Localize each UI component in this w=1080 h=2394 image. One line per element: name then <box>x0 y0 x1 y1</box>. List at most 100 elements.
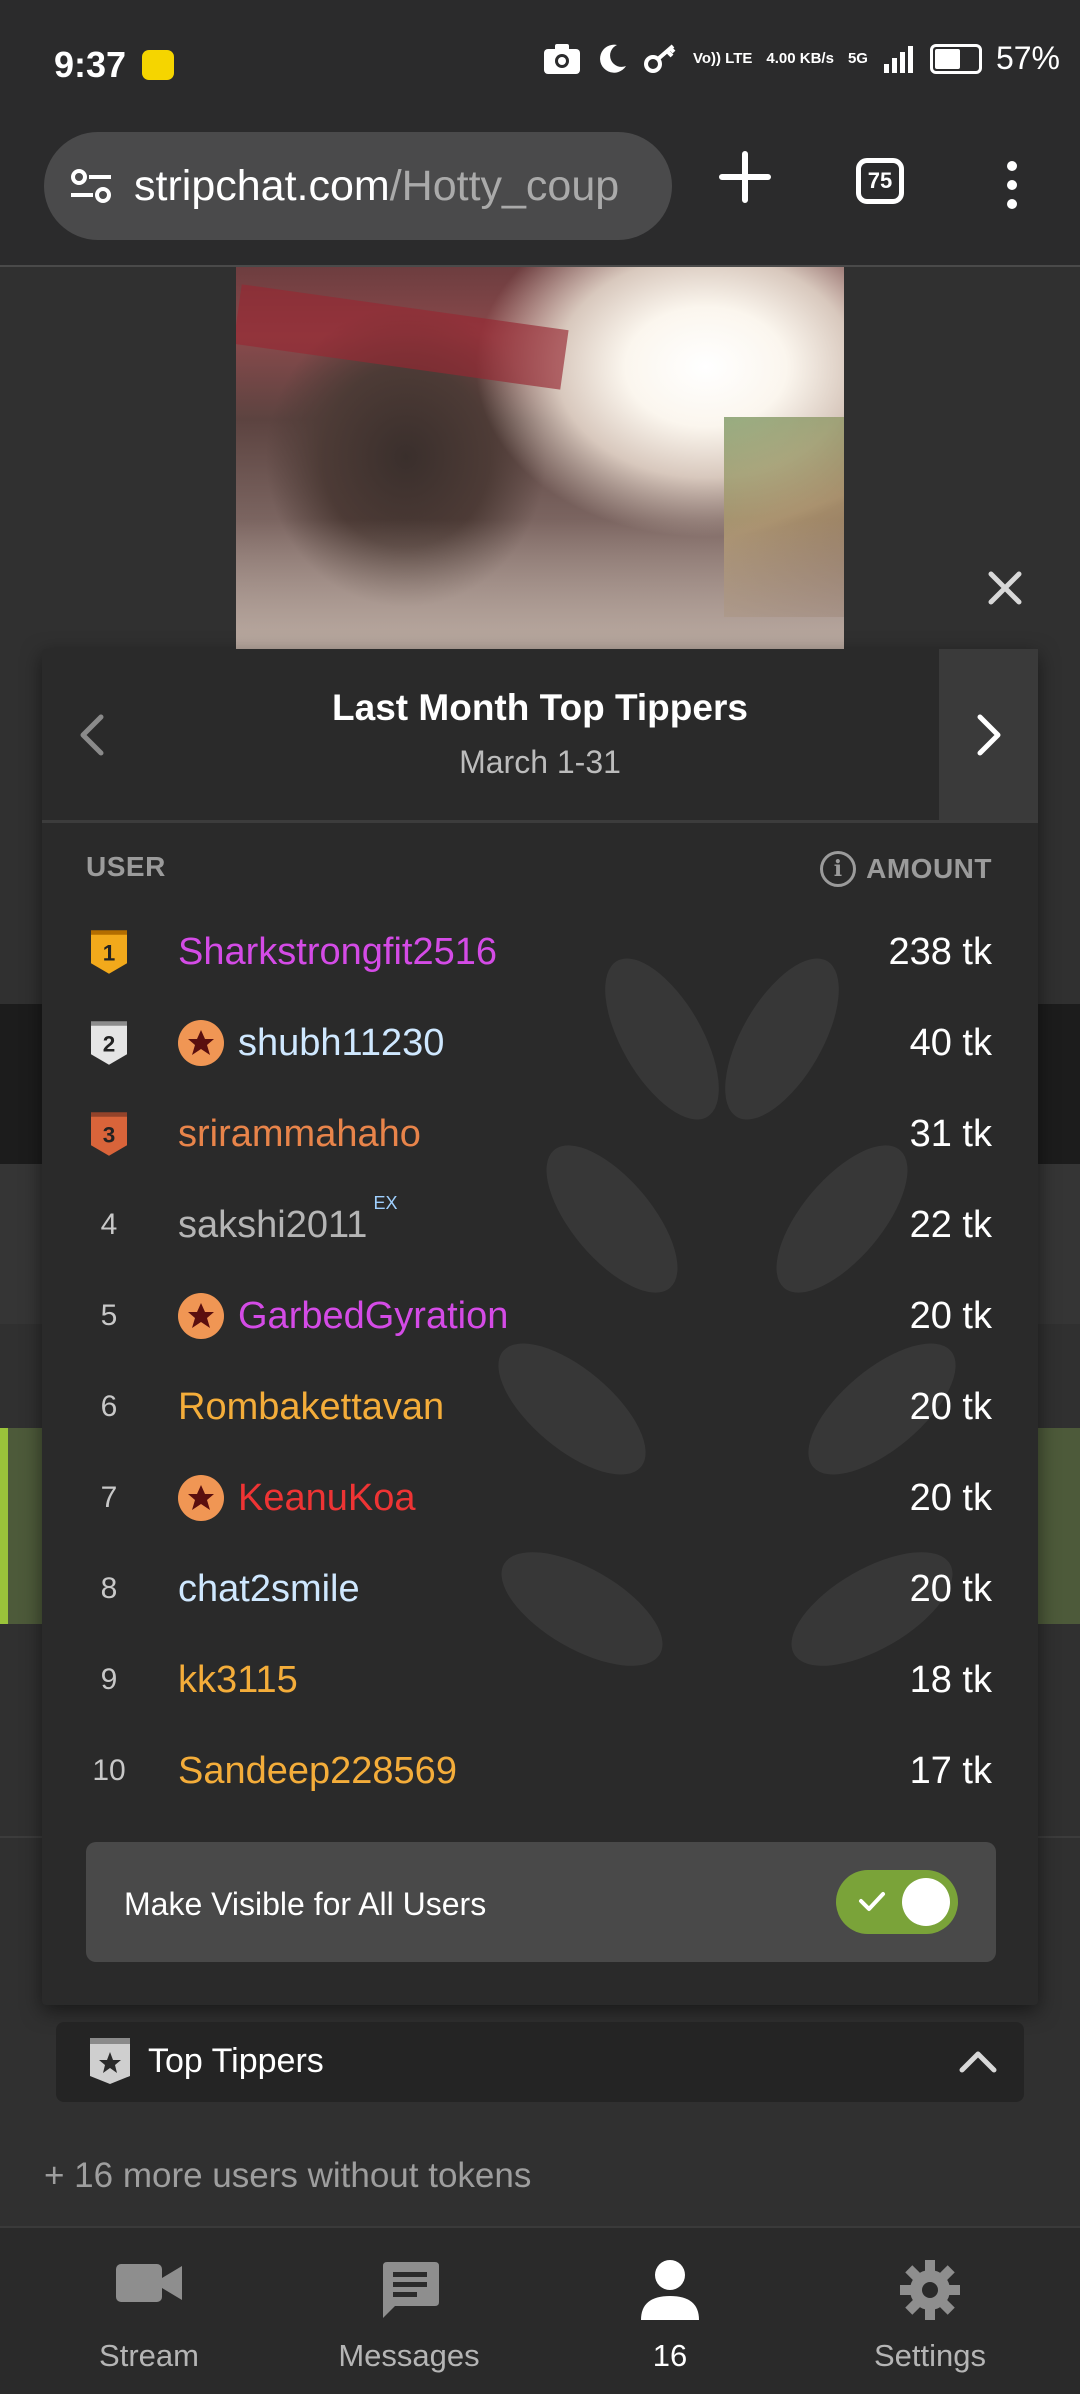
user-name[interactable]: sakshi2011 EX <box>178 1193 397 1247</box>
column-header-amount-label: AMOUNT <box>866 853 992 884</box>
status-icons: Vo)) LTE 4.00 KB/s 5G 57% <box>543 40 1060 77</box>
star-badge-icon <box>178 1475 224 1521</box>
nav-stream[interactable]: Stream <box>14 2228 284 2394</box>
close-icon <box>988 571 1022 605</box>
rank-number: 5 <box>100 1299 118 1332</box>
table-row[interactable]: 1 Sharkstrongfit2516 238 tk <box>42 907 1038 997</box>
battery-percent: 57% <box>995 40 1060 76</box>
table-row[interactable]: 10 Sandeep228569 17 tk <box>42 1726 1038 1816</box>
message-icon <box>383 2262 439 2318</box>
visibility-setting: Make Visible for All Users <box>86 1842 996 1962</box>
panel-header: Last Month Top Tippers March 1-31 <box>42 649 1038 823</box>
top-tippers-section-header[interactable]: Top Tippers <box>56 2022 1024 2102</box>
user-name[interactable]: KeanuKoa <box>178 1475 416 1521</box>
info-icon[interactable]: i <box>820 851 857 887</box>
table-row[interactable]: 4 sakshi2011 EX 22 tk <box>42 1180 1038 1270</box>
table-row[interactable]: 8 chat2smile 20 tk <box>42 1544 1038 1634</box>
nav-users[interactable]: 16 <box>535 2228 805 2394</box>
user-name[interactable]: Sandeep228569 <box>178 1750 457 1793</box>
user-name-text: kk3115 <box>178 1658 298 1701</box>
url-host: stripchat.com <box>134 161 390 210</box>
visibility-toggle-label: Make Visible for All Users <box>124 1886 487 1922</box>
close-button[interactable] <box>978 556 1032 620</box>
user-name-text: Rombakettavan <box>178 1385 445 1428</box>
star-shield-icon <box>90 2038 130 2084</box>
table-row[interactable]: 7 KeanuKoa 20 tk <box>42 1453 1038 1543</box>
key-icon <box>643 43 676 73</box>
battery-icon <box>929 43 982 74</box>
bottom-navigation: Stream Messages 16 Settings <box>0 2226 1080 2394</box>
user-name[interactable]: chat2smile <box>178 1568 360 1611</box>
notification-app-icon <box>142 50 174 80</box>
site-settings-icon[interactable] <box>66 168 116 204</box>
net-speed: 4.00 KB/s <box>766 49 834 67</box>
rank-number: 8 <box>100 1572 118 1605</box>
rank-number: 6 <box>100 1390 118 1423</box>
user-name[interactable]: shubh11230 <box>178 1020 444 1066</box>
check-icon <box>859 1892 885 1911</box>
rank-medal-icon: 2 <box>88 1013 130 1073</box>
nav-settings-label: Settings <box>873 2338 986 2373</box>
address-bar[interactable]: stripchat.com/Hotty_coup <box>44 132 672 240</box>
tip-amount: 31 tk <box>909 1112 992 1155</box>
more-users-text: + 16 more users without tokens <box>44 2156 532 2195</box>
tip-amount: 20 tk <box>909 1476 992 1519</box>
column-header-amount: i AMOUNT <box>820 851 992 887</box>
table-row[interactable]: 5 GarbedGyration 20 tk <box>42 1271 1038 1361</box>
user-name[interactable]: Rombakettavan <box>178 1386 444 1429</box>
nav-users-count: 16 <box>652 2338 688 2373</box>
user-name-text: chat2smile <box>178 1567 360 1610</box>
video-preview[interactable] <box>236 267 844 649</box>
rank-medal-icon: 1 <box>88 922 130 982</box>
ex-badge: EX <box>373 1192 398 1213</box>
tab-switcher-button[interactable]: 75 <box>856 158 904 204</box>
user-name-text: sakshi2011 <box>178 1203 368 1246</box>
tip-amount: 17 tk <box>909 1749 992 1792</box>
user-name-text: Sharkstrongfit2516 <box>178 930 497 973</box>
url-path: /Hotty_coup <box>389 161 620 210</box>
next-period-button[interactable] <box>939 649 1038 820</box>
user-name[interactable]: Sharkstrongfit2516 <box>178 931 497 974</box>
rank-number: 9 <box>100 1663 118 1696</box>
nav-settings[interactable]: Settings <box>795 2228 1065 2394</box>
camera-icon <box>543 43 580 74</box>
gear-icon <box>900 2260 960 2320</box>
user-name-text: Sandeep228569 <box>178 1749 457 1792</box>
panel-subtitle: March 1-31 <box>459 744 621 780</box>
user-name-text: GarbedGyration <box>238 1294 509 1337</box>
table-row[interactable]: 3 srirammahaho 31 tk <box>42 1089 1038 1179</box>
nav-stream-label: Stream <box>99 2338 199 2373</box>
user-name-text: KeanuKoa <box>238 1476 416 1519</box>
top-tippers-panel: Last Month Top Tippers March 1-31 USER i… <box>42 649 1038 2005</box>
tip-amount: 18 tk <box>909 1658 992 1701</box>
url-text[interactable]: stripchat.com/Hotty_coup <box>134 162 619 211</box>
rank-medal-icon: 3 <box>88 1104 130 1164</box>
svg-text:2: 2 <box>103 1031 116 1056</box>
toggle-knob <box>902 1878 950 1926</box>
volte-indicator: Vo)) LTE <box>692 49 753 67</box>
chevron-up-icon[interactable] <box>958 2048 998 2074</box>
table-row[interactable]: 9 kk3115 18 tk <box>42 1635 1038 1725</box>
rank-number: 4 <box>100 1208 118 1241</box>
svg-text:3: 3 <box>103 1122 116 1147</box>
visibility-toggle[interactable] <box>836 1870 958 1934</box>
tip-amount: 22 tk <box>909 1203 992 1246</box>
user-icon <box>641 2260 699 2320</box>
new-tab-button[interactable] <box>716 148 774 206</box>
more-options-icon[interactable] <box>1002 160 1022 210</box>
tip-amount: 20 tk <box>909 1567 992 1610</box>
column-header-user: USER <box>86 851 166 882</box>
user-name-text: srirammahaho <box>178 1112 421 1155</box>
nav-messages-label: Messages <box>338 2338 480 2373</box>
network-type: 5G <box>847 49 868 67</box>
status-time: 9:37 <box>54 44 127 85</box>
table-row[interactable]: 6 Rombakettavan 20 tk <box>42 1362 1038 1452</box>
video-camera-icon <box>116 2264 182 2302</box>
user-name[interactable]: srirammahaho <box>178 1113 421 1156</box>
user-name[interactable]: GarbedGyration <box>178 1293 508 1339</box>
nav-messages[interactable]: Messages <box>274 2228 544 2394</box>
previous-period-button[interactable] <box>42 649 142 820</box>
table-row[interactable]: 2 shubh11230 40 tk <box>42 998 1038 1088</box>
user-name[interactable]: kk3115 <box>178 1659 298 1702</box>
tip-amount: 20 tk <box>909 1294 992 1337</box>
